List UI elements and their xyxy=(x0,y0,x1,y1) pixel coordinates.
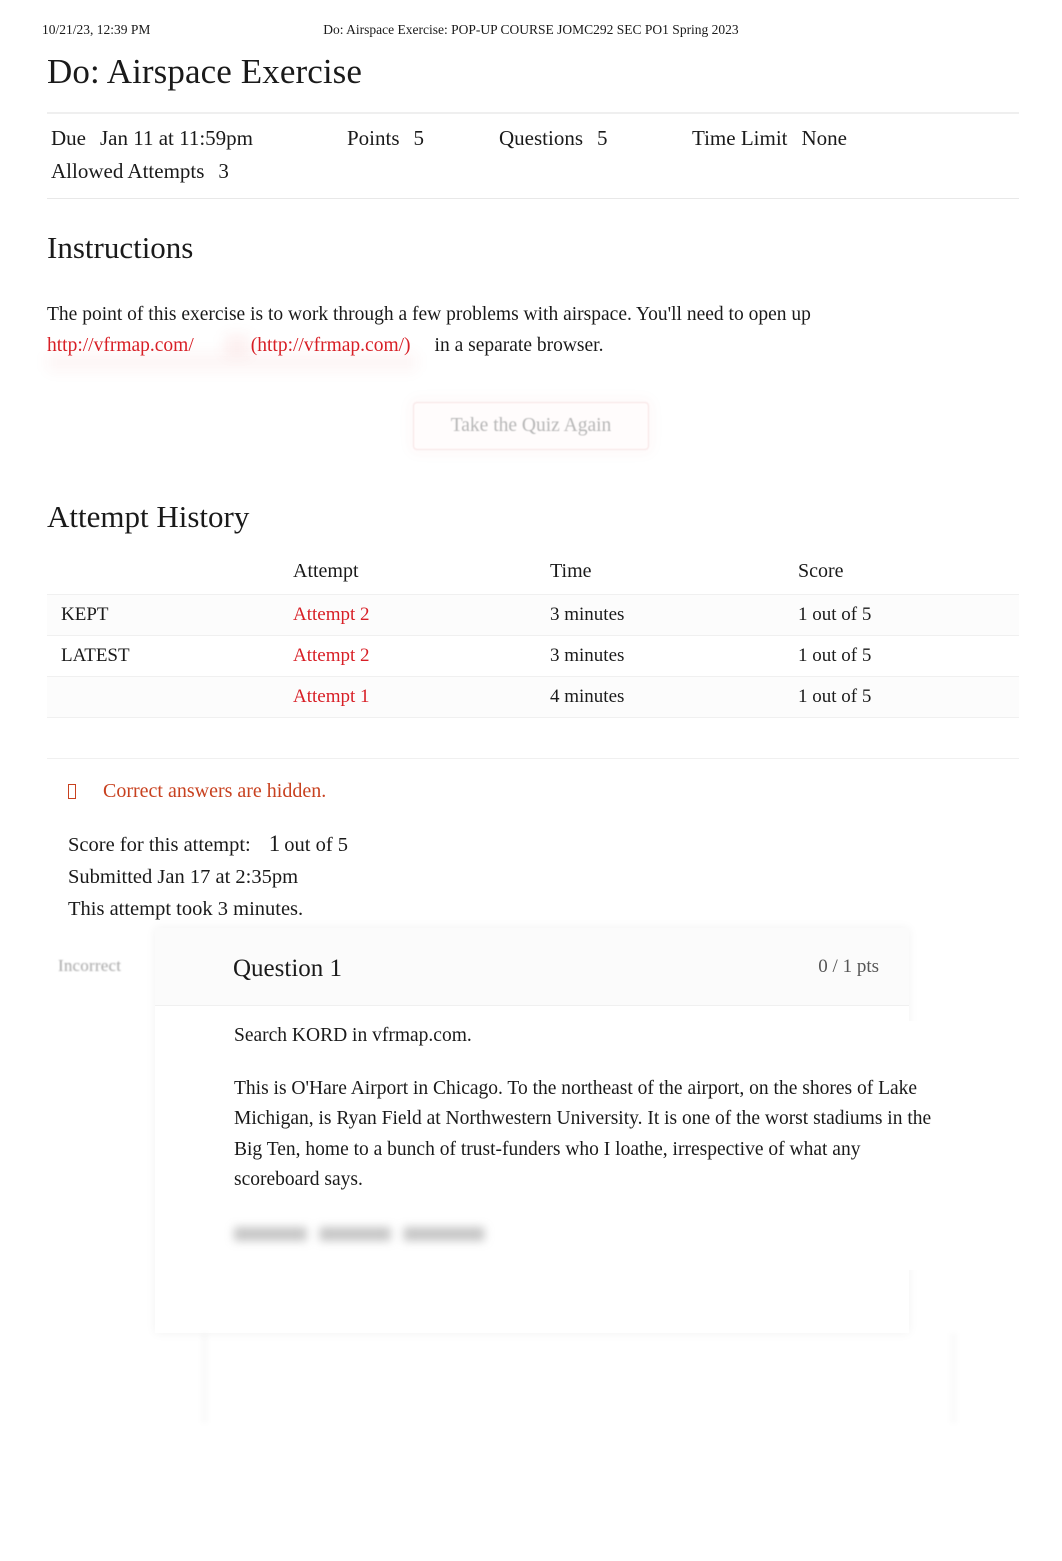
row-status: KEPT xyxy=(47,594,293,636)
attempt-link[interactable]: Attempt 2 xyxy=(293,604,370,625)
quiz-meta-strip: Due Jan 11 at 11:59pm Points 5 Questions… xyxy=(47,112,1019,199)
row-attempt[interactable]: Attempt 2 xyxy=(293,594,550,636)
instructions-body: The point of this exercise is to work th… xyxy=(47,299,947,361)
meta-due-label: Due xyxy=(51,126,86,150)
meta-time-limit-value: None xyxy=(801,126,848,150)
card-edge-artifact-left xyxy=(203,1333,206,1423)
row-score: 1 out of 5 xyxy=(798,635,1019,677)
col-header-time: Time xyxy=(550,559,592,582)
table-spacer-cell xyxy=(47,717,1019,759)
row-time: 3 minutes xyxy=(550,594,798,636)
instructions-heading: Instructions xyxy=(47,230,194,265)
meta-time-limit: Time Limit None xyxy=(692,122,847,155)
meta-points-label: Points xyxy=(347,126,400,150)
attempt-score-line: Score for this attempt: 1 out of 5 xyxy=(68,828,348,861)
attempt-history-table: Attempt Time Score KEPT Attempt 2 3 minu… xyxy=(47,552,1019,759)
vfrmap-link-url-text: (http://vfrmap.com/) xyxy=(250,335,411,356)
meta-points-value: 5 xyxy=(413,126,425,150)
take-quiz-again-button[interactable]: Take the Quiz Again xyxy=(413,402,649,450)
attempt-link[interactable]: Attempt 1 xyxy=(293,686,370,707)
col-header-status xyxy=(47,552,293,595)
meta-questions: Questions 5 xyxy=(499,122,692,155)
meta-questions-label: Questions xyxy=(499,126,583,150)
attempt-summary: Score for this attempt: 1 out of 5 Submitt… xyxy=(68,828,348,925)
question-block: Incorrect Question 1 0 / 1 pts Search KO… xyxy=(47,928,1019,1423)
lock-icon xyxy=(68,784,76,799)
attempt-score-suffix: out of 5 xyxy=(284,834,349,856)
col-header-score: Score xyxy=(798,559,844,582)
attempt-submitted: Submitted Jan 17 at 2:35pm xyxy=(68,866,299,888)
vfrmap-link[interactable]: http://vfrmap.com/ xyxy=(47,335,194,356)
page-title: Do: Airspace Exercise xyxy=(47,52,363,91)
meta-questions-value: 5 xyxy=(597,126,608,150)
meta-rule-bottom xyxy=(47,198,1019,199)
question-paragraph-redacted xyxy=(234,1217,564,1248)
meta-row-primary: Due Jan 11 at 11:59pm Points 5 Questions… xyxy=(51,122,1019,155)
table-row: KEPT Attempt 2 3 minutes 1 out of 5 xyxy=(47,594,1019,636)
row-score: 1 out of 5 xyxy=(798,594,1019,636)
question-card: Question 1 0 / 1 pts Search KORD in vfrm… xyxy=(155,928,934,1333)
meta-due: Due Jan 11 at 11:59pm xyxy=(51,122,347,155)
meta-time-limit-label: Time Limit xyxy=(692,126,788,150)
question-paragraph: This is O'Hare Airport in Chicago. To th… xyxy=(234,1077,932,1191)
meta-row-secondary: Allowed Attempts 3 xyxy=(51,155,1019,188)
row-attempt[interactable]: Attempt 2 xyxy=(293,635,550,677)
attempt-score-value: 1 xyxy=(268,831,281,856)
table-header-row: Attempt Time Score xyxy=(47,552,1019,595)
quiz-results-page: 10/21/23, 12:39 PM Do: Airspace Exercise… xyxy=(0,0,1062,1561)
row-time: 3 minutes xyxy=(550,635,798,677)
col-header-attempt: Attempt xyxy=(293,559,359,582)
instructions-text-after-link: in a separate browser. xyxy=(434,335,604,356)
print-header-title: Do: Airspace Exercise: POP-UP COURSE JOM… xyxy=(323,22,739,37)
attempt-score-label: Score for this attempt: xyxy=(68,834,251,856)
question-paragraph: Search KORD in vfrmap.com. xyxy=(234,1025,472,1046)
row-status xyxy=(47,676,293,718)
question-points: 0 / 1 pts xyxy=(818,956,879,977)
table-spacer-row xyxy=(47,717,1019,759)
table-row: LATEST Attempt 2 3 minutes 1 out of 5 xyxy=(47,635,1019,677)
row-score: 1 out of 5 xyxy=(798,676,1019,718)
row-time: 4 minutes xyxy=(550,676,798,718)
row-status: LATEST xyxy=(47,635,293,677)
meta-allowed-attempts-value: 3 xyxy=(218,159,229,183)
question-header: Question 1 0 / 1 pts xyxy=(155,928,909,1006)
question-body: Search KORD in vfrmap.com. This is O'Har… xyxy=(172,1021,934,1270)
meta-due-value: Jan 11 at 11:59pm xyxy=(100,126,254,150)
row-attempt[interactable]: Attempt 1 xyxy=(293,676,550,718)
attempt-link[interactable]: Attempt 2 xyxy=(293,645,370,666)
answers-hidden-text: Correct answers are hidden. xyxy=(103,780,327,802)
answers-hidden-notice: Correct answers are hidden. xyxy=(68,780,326,803)
print-header: 10/21/23, 12:39 PM Do: Airspace Exercise… xyxy=(0,22,1062,40)
meta-points: Points 5 xyxy=(347,122,499,155)
attempt-duration: This attempt took 3 minutes. xyxy=(68,898,304,920)
meta-allowed-attempts-label: Allowed Attempts xyxy=(51,159,205,183)
attempt-history-heading: Attempt History xyxy=(47,499,250,534)
meta-allowed-attempts: Allowed Attempts 3 xyxy=(51,155,229,188)
table-row: Attempt 1 4 minutes 1 out of 5 xyxy=(47,676,1019,718)
card-edge-artifact-right xyxy=(952,1333,955,1423)
instructions-text-before-link: The point of this exercise is to work th… xyxy=(47,304,811,325)
question-name: Question 1 xyxy=(233,955,343,982)
question-incorrect-flag: Incorrect xyxy=(58,956,122,975)
